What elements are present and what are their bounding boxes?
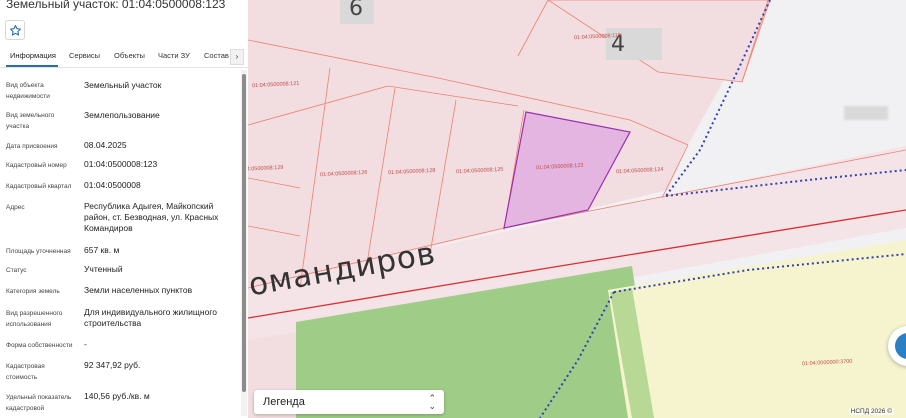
cadastral-map[interactable]: 6 4 01:04:0500008:119 01:04:0500008:121 … xyxy=(248,0,906,418)
info-value: 92 347,92 руб. xyxy=(84,360,141,370)
favorite-button[interactable] xyxy=(5,20,25,40)
info-label: Адрес xyxy=(6,204,25,211)
address-value: Республика Адыгея, Майкопский район, ст.… xyxy=(84,201,219,233)
cadastral-number-value[interactable]: 01:04:0500008:123 xyxy=(84,159,234,170)
tab-services[interactable]: Сервисы xyxy=(69,51,100,60)
info-label: Удельный показатель кадастровой xyxy=(6,394,72,412)
tab-information[interactable]: Информация xyxy=(10,51,56,60)
info-label: Площадь уточненная xyxy=(6,248,71,255)
legend-dropdown[interactable]: Легенда ⌃ ⌄ xyxy=(254,390,444,414)
info-label: Форма собственности xyxy=(6,342,73,349)
map-canvas[interactable] xyxy=(248,0,906,418)
info-value: 140,56 руб./кв. м xyxy=(84,391,150,401)
building-footprint xyxy=(844,106,888,120)
cadastral-quarter-value[interactable]: 01:04:0500008 xyxy=(84,180,234,191)
info-value: - xyxy=(84,339,87,349)
active-tab-indicator xyxy=(6,65,58,67)
info-label: Кадастровый номер xyxy=(6,162,67,169)
database-icon xyxy=(895,333,906,359)
info-label: Статус xyxy=(6,267,27,274)
tab-parcel-parts[interactable]: Части ЗУ xyxy=(158,51,190,60)
legend-label: Легенда xyxy=(263,396,305,408)
info-value: Землепользование xyxy=(84,110,160,120)
panel-scrollbar-thumb[interactable] xyxy=(242,74,246,392)
info-label: Вид разрешенного использования xyxy=(6,310,63,328)
panel-title: Земельный участок: 01:04:0500008:123 xyxy=(6,0,226,11)
info-value: 08.04.2025 xyxy=(84,140,127,150)
tab-composition[interactable]: Состав xyxy=(204,51,229,60)
info-value: Земли населенных пунктов xyxy=(84,285,193,295)
info-label: Вид земельного участка xyxy=(6,112,55,130)
house-number: 6 xyxy=(349,0,363,21)
tab-objects[interactable]: Объекты xyxy=(114,51,145,60)
tabs-scroll-right-button[interactable]: › xyxy=(230,49,244,65)
chevron-up-down-icon: ⌃ ⌄ xyxy=(428,393,436,411)
info-label: Кадастровый квартал xyxy=(6,183,72,190)
info-label: Кадастровая стоимость xyxy=(6,363,45,381)
tab-bar: Информация Сервисы Объекты Части ЗУ Сост… xyxy=(0,46,248,68)
info-label: Вид объекта недвижимости xyxy=(6,82,50,100)
map-copyright: НСПД 2026 © xyxy=(848,408,894,415)
status-value: Учтенный xyxy=(84,264,123,274)
info-value: 657 кв. м xyxy=(84,245,120,255)
object-info-panel: Земельный участок: 01:04:0500008:123 Инф… xyxy=(0,0,248,418)
info-label: Категория земель xyxy=(6,288,60,295)
info-value: Земельный участок xyxy=(84,80,162,90)
info-value: Для индивидуального жилищного строительс… xyxy=(84,307,217,328)
star-icon xyxy=(9,24,21,36)
info-label: Дата присвоения xyxy=(6,143,58,150)
